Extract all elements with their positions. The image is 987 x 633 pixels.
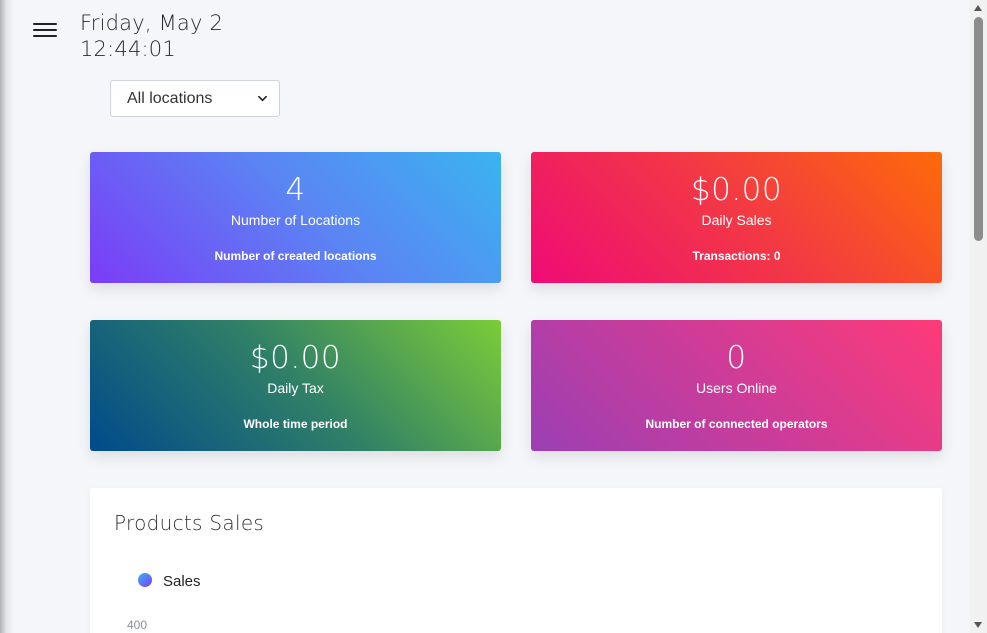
- vertical-scrollbar[interactable]: [970, 0, 987, 633]
- scroll-down-arrow-icon[interactable]: [974, 622, 982, 628]
- tax-period-subtext: Whole time period: [243, 417, 348, 431]
- locations-count: 4: [285, 172, 306, 208]
- users-online-count: 0: [726, 340, 747, 376]
- sales-legend-marker[interactable]: [138, 573, 152, 587]
- daily-tax-value: $0.00: [249, 340, 342, 376]
- current-date: Friday, May 2: [80, 11, 224, 35]
- connected-operators-subtext: Number of connected operators: [645, 417, 828, 431]
- chevron-down-icon: [258, 95, 267, 102]
- users-online-label: Users Online: [696, 380, 777, 396]
- menu-bar-bottom: [33, 35, 57, 37]
- hamburger-menu-icon[interactable]: [33, 22, 57, 38]
- current-time: 12:44:01: [80, 37, 176, 61]
- menu-bar-top: [33, 23, 57, 25]
- scroll-up-arrow-icon[interactable]: [974, 5, 982, 11]
- daily-sales-card: $0.00 Daily Sales Transactions: 0: [531, 152, 942, 283]
- scrollbar-thumb[interactable]: [974, 17, 983, 241]
- sales-legend-label[interactable]: Sales: [163, 573, 201, 590]
- locations-card: 4 Number of Locations Number of created …: [90, 152, 501, 283]
- products-sales-title: Products Sales: [114, 511, 265, 535]
- location-select[interactable]: All locations: [110, 80, 280, 117]
- dashboard-page: Friday, May 2 12:44:01 All locations 4 N…: [0, 0, 987, 633]
- location-select-value: All locations: [127, 89, 213, 107]
- users-online-card: 0 Users Online Number of connected opera…: [531, 320, 942, 451]
- y-axis-tick-label: 400: [127, 618, 148, 632]
- transactions-count: Transactions: 0: [692, 249, 781, 263]
- menu-bar-middle: [33, 29, 57, 31]
- sidebar-edge-shadow: [0, 0, 14, 633]
- daily-sales-value: $0.00: [690, 172, 783, 208]
- daily-sales-label: Daily Sales: [701, 212, 772, 228]
- locations-label: Number of Locations: [230, 212, 361, 228]
- locations-subtext: Number of created locations: [214, 249, 377, 263]
- daily-tax-card: $0.00 Daily Tax Whole time period: [90, 320, 501, 451]
- products-sales-panel: Products Sales Sales 400: [90, 488, 942, 633]
- daily-tax-label: Daily Tax: [267, 380, 324, 396]
